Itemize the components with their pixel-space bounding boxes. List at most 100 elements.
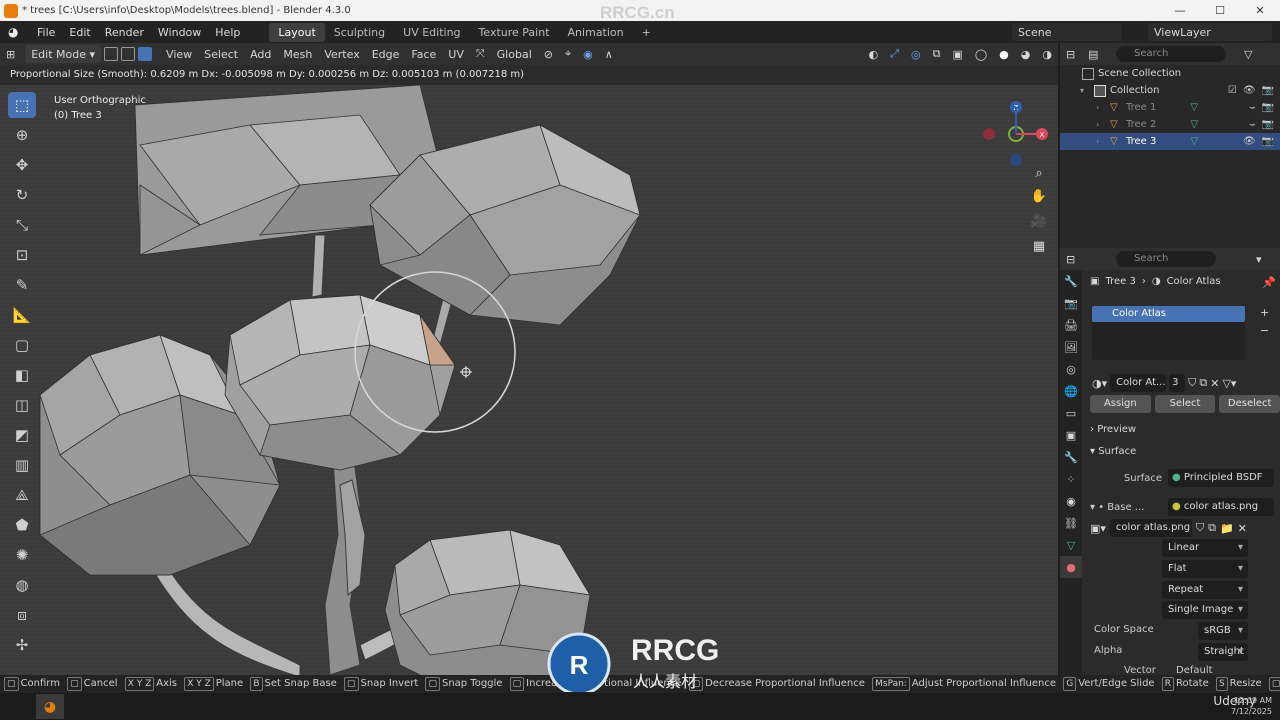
properties-search-input[interactable]: Search [1116, 251, 1216, 267]
material-slot-list[interactable]: Color Atlas [1092, 306, 1245, 360]
camera-icon[interactable]: 📷 [1262, 85, 1274, 96]
pivot-icon[interactable]: ⊘ [538, 48, 559, 61]
eye-icon[interactable]: 👁 [1243, 136, 1256, 147]
outliner-collection[interactable]: ▾ Collection ☑ 👁 📷 [1060, 82, 1280, 99]
expand-arrow-icon[interactable]: › [1096, 103, 1106, 112]
menu-mesh[interactable]: Mesh [277, 48, 318, 61]
pin-icon[interactable]: 📌 [1262, 276, 1276, 289]
unlink-icon[interactable]: ✕ [1238, 522, 1247, 535]
deselect-button[interactable]: Deselect [1219, 395, 1280, 413]
scene-tab-icon[interactable]: ◎ [1060, 358, 1082, 380]
scene-selector[interactable]: Scene [1012, 23, 1122, 41]
eye-icon[interactable]: ⌣ [1249, 119, 1256, 130]
shear-tool-icon[interactable]: ✢ [8, 632, 36, 658]
rotate-tool-icon[interactable]: ↻ [8, 182, 36, 208]
add-slot-icon[interactable]: + [1260, 306, 1269, 319]
fake-user-icon[interactable]: ⛉ [1188, 376, 1196, 390]
options-icon[interactable]: ▾ [1256, 253, 1262, 266]
display-mode-icon[interactable]: ▤ [1088, 48, 1116, 61]
particles-tab-icon[interactable]: ⁘ [1060, 468, 1082, 490]
object-tab-icon[interactable]: ▣ [1060, 424, 1082, 446]
tool-tab-icon[interactable]: 🔧 [1060, 270, 1082, 292]
interpolation-dropdown[interactable]: Linear ▾ [1162, 539, 1248, 557]
poly-build-tool-icon[interactable]: ⬟ [8, 512, 36, 538]
outliner-scene-collection[interactable]: Scene Collection [1060, 65, 1280, 82]
surface-shader-field[interactable]: ● Principled BSDF [1168, 469, 1274, 487]
move-tool-icon[interactable]: ✥ [8, 152, 36, 178]
menu-window[interactable]: Window [151, 26, 208, 39]
filter-icon[interactable]: ▽ [1244, 48, 1252, 61]
vertex-select-icon[interactable] [104, 47, 119, 61]
mode-selector[interactable]: Edit Mode ▾ [25, 45, 102, 63]
material-browse-icon[interactable]: ◑▾ [1092, 377, 1107, 390]
tab-sculpting[interactable]: Sculpting [325, 23, 394, 42]
user-count[interactable]: 3 [1169, 374, 1186, 392]
fake-user-icon[interactable]: ⛉ [1196, 521, 1204, 535]
expand-arrow-icon[interactable]: ▾ [1080, 86, 1090, 95]
properties-editor-icon[interactable]: ⊟ [1066, 253, 1116, 266]
maximize-button[interactable]: ☐ [1200, 0, 1240, 21]
menu-edge[interactable]: Edge [366, 48, 406, 61]
shading-wireframe-icon[interactable]: ◯ [969, 48, 993, 61]
material-name-field[interactable]: Color At... [1110, 374, 1167, 392]
xray-icon[interactable]: ▣ [946, 48, 968, 61]
blender-taskbar-icon[interactable]: ◕ [36, 694, 64, 719]
collection-tab-icon[interactable]: ▭ [1060, 402, 1082, 424]
duplicate-icon[interactable]: ⧉ [1208, 521, 1216, 535]
knife-tool-icon[interactable]: ⟁ [8, 482, 36, 508]
outliner-item-tree-3[interactable]: › ▽ Tree 3 ▽ 👁 📷 [1060, 133, 1280, 150]
spin-tool-icon[interactable]: ✺ [8, 542, 36, 568]
modifier-tab-icon[interactable]: 🔧 [1060, 446, 1082, 468]
material-slot-item[interactable]: Color Atlas [1092, 306, 1245, 322]
navigation-gizmo[interactable]: Z X [980, 92, 1052, 172]
surface-section[interactable]: ▾ Surface [1090, 446, 1136, 457]
data-tab-icon[interactable]: ▽ [1060, 534, 1082, 556]
zoom-icon[interactable]: ⌕ [1028, 163, 1050, 185]
falloff-icon[interactable]: ∧ [599, 48, 619, 61]
browse-slot-icon[interactable]: ▽▾ [1222, 377, 1236, 390]
select-box-tool-icon[interactable]: ⬚ [8, 92, 36, 118]
edge-select-icon[interactable] [121, 47, 136, 61]
editor-type-icon[interactable]: ⊞ [0, 48, 21, 61]
image-browse-icon[interactable]: ▣▾ [1090, 522, 1106, 535]
ortho-grid-icon[interactable]: ▦ [1028, 236, 1050, 258]
loop-cut-tool-icon[interactable]: ▥ [8, 452, 36, 478]
view-layer-tab-icon[interactable]: 🖼 [1060, 336, 1082, 358]
add-cube-tool-icon[interactable]: ▢ [8, 332, 36, 358]
world-tab-icon[interactable]: 🌐 [1060, 380, 1082, 402]
outliner-editor-icon[interactable]: ⊟ [1066, 48, 1088, 61]
blender-logo-icon[interactable]: ◕ [8, 25, 24, 39]
projection-dropdown[interactable]: Flat ▾ [1162, 560, 1248, 578]
remove-slot-icon[interactable]: − [1260, 324, 1269, 337]
menu-render[interactable]: Render [98, 26, 151, 39]
gizmo-toggle-icon[interactable]: ⤢ [884, 47, 905, 61]
snap-icon[interactable]: ⌖ [559, 47, 577, 61]
camera-icon[interactable]: 📷 [1262, 119, 1274, 130]
source-dropdown[interactable]: Single Image ▾ [1162, 601, 1248, 619]
tab-uv-editing[interactable]: UV Editing [394, 23, 469, 42]
camera-icon[interactable]: 📷 [1262, 136, 1274, 147]
alpha-dropdown[interactable]: Straight ▾ [1198, 643, 1248, 661]
menu-file[interactable]: File [30, 26, 62, 39]
expand-arrow-icon[interactable]: › [1096, 120, 1106, 129]
select-button[interactable]: Select [1154, 395, 1216, 413]
menu-uv[interactable]: UV [442, 48, 470, 61]
inset-tool-icon[interactable]: ◫ [8, 392, 36, 418]
physics-tab-icon[interactable]: ◉ [1060, 490, 1082, 512]
extrude-tool-icon[interactable]: ◧ [8, 362, 36, 388]
orientation-selector[interactable]: Global [491, 48, 538, 61]
camera-icon[interactable]: 📷 [1262, 102, 1274, 113]
mesh-overlay-icon[interactable]: ⧉ [927, 47, 947, 61]
menu-view[interactable]: View [160, 48, 198, 61]
face-select-icon[interactable] [138, 47, 153, 61]
menu-add[interactable]: Add [244, 48, 277, 61]
proportional-edit-icon[interactable]: ◉ [577, 48, 599, 61]
expand-arrow-icon[interactable]: › [1096, 137, 1106, 146]
shading-material-icon[interactable]: ◕ [1015, 48, 1037, 61]
duplicate-icon[interactable]: ⧉ [1199, 376, 1207, 390]
checkbox-icon[interactable]: ☑ [1228, 85, 1237, 96]
visibility-icon[interactable]: ◐ [863, 48, 885, 61]
add-workspace-button[interactable]: + [633, 23, 660, 42]
image-name-field[interactable]: color atlas.png [1109, 519, 1192, 537]
transform-orientation-icon[interactable]: ⤧ [470, 47, 491, 61]
